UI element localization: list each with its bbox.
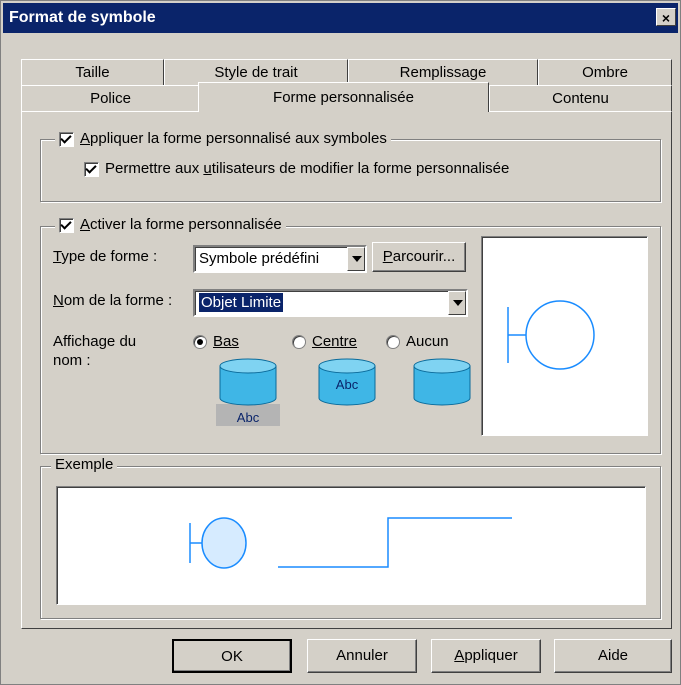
format-symbol-dialog: Format de symbole × Taille Style de trai… xyxy=(0,0,681,685)
allow-users-label-pre: Permettre aux xyxy=(105,160,204,177)
boundary-object-icon xyxy=(507,300,595,370)
allow-users-key: u xyxy=(203,160,212,177)
browse-button[interactable]: Parcourir... xyxy=(372,242,466,272)
shape-type-value: Symbole prédéfini xyxy=(199,250,320,267)
shape-name-text: om de la forme : xyxy=(63,292,173,309)
chevron-down-icon[interactable] xyxy=(347,247,365,271)
activate-shape-checkbox[interactable]: Activer la forme personnalisée xyxy=(55,216,286,233)
shape-type-select[interactable]: Symbole prédéfini xyxy=(193,245,367,273)
tab-ombre[interactable]: Ombre xyxy=(538,59,672,85)
apply-key: A xyxy=(454,647,465,664)
radio-bottom[interactable]: Bas xyxy=(193,333,239,350)
chevron-down-icon[interactable] xyxy=(448,291,466,315)
tab-taille[interactable]: Taille xyxy=(21,59,164,85)
radio-none[interactable]: Aucun xyxy=(386,333,449,350)
radio-center-label: Centre xyxy=(312,333,358,350)
example-preview xyxy=(56,486,646,605)
shape-type-text: ype de forme : xyxy=(61,248,158,265)
abc-center-text: Abc xyxy=(336,377,359,392)
window-title: Format de symbole xyxy=(9,9,156,26)
example-title: Exemple xyxy=(51,456,118,473)
allow-users-label: tilisateurs de modifier la forme personn… xyxy=(211,160,510,177)
activate-shape-key: A xyxy=(80,216,91,233)
allow-users-check-icon xyxy=(84,161,99,177)
help-button[interactable]: Aide xyxy=(554,639,672,673)
apply-shape-check-icon xyxy=(59,131,74,147)
cylinder-center-label-icon: Abc xyxy=(318,358,376,406)
cylinder-no-label-icon xyxy=(413,358,471,406)
browse-label: arcourir... xyxy=(392,248,456,265)
radio-center[interactable]: Centre xyxy=(292,333,357,350)
cancel-button[interactable]: Annuler xyxy=(307,639,417,673)
shape-preview xyxy=(481,236,648,436)
tab-forme-personnalisee[interactable]: Forme personnalisée xyxy=(198,82,489,112)
apply-shape-label: ppliquer la forme personnalisé aux symbo… xyxy=(90,130,387,147)
example-symbol-icon xyxy=(189,517,512,569)
shape-name-label: Nom de la forme : xyxy=(53,292,172,309)
browse-key: P xyxy=(382,248,393,265)
radio-on-icon xyxy=(193,335,207,350)
abc-bottom-text: Abc xyxy=(237,410,260,425)
radio-none-label: Aucun xyxy=(406,333,449,350)
radio-off-icon xyxy=(292,335,306,350)
activate-shape-check-icon xyxy=(59,217,74,233)
tab-police[interactable]: Police xyxy=(21,85,200,111)
activate-shape-label: ctiver la forme personnalisée xyxy=(90,216,282,233)
apply-button[interactable]: Appliquer xyxy=(431,639,541,673)
apply-shape-key: A xyxy=(80,130,91,147)
name-display-label: Affichage du nom : xyxy=(53,333,137,369)
apply-label: ppliquer xyxy=(464,647,518,664)
shape-name-value: Objet Limite xyxy=(199,293,284,312)
ok-button[interactable]: OK xyxy=(172,639,292,673)
tab-contenu[interactable]: Contenu xyxy=(489,85,672,111)
shape-name-key: N xyxy=(53,292,64,309)
apply-shape-checkbox[interactable]: Appliquer la forme personnalisé aux symb… xyxy=(55,130,391,147)
shape-name-select[interactable]: Objet Limite xyxy=(193,289,468,317)
tab-panel: Appliquer la forme personnalisé aux symb… xyxy=(21,111,672,629)
title-bar: Format de symbole × xyxy=(3,3,678,33)
shape-type-label: Type de forme : xyxy=(53,248,157,265)
allow-users-checkbox[interactable]: Permettre aux utilisateurs de modifier l… xyxy=(84,160,509,177)
close-button[interactable]: × xyxy=(656,8,676,26)
radio-off-icon xyxy=(386,335,400,350)
cylinder-bottom-label-icon: Abc xyxy=(216,358,280,426)
radio-bottom-label: Bas xyxy=(213,333,239,350)
